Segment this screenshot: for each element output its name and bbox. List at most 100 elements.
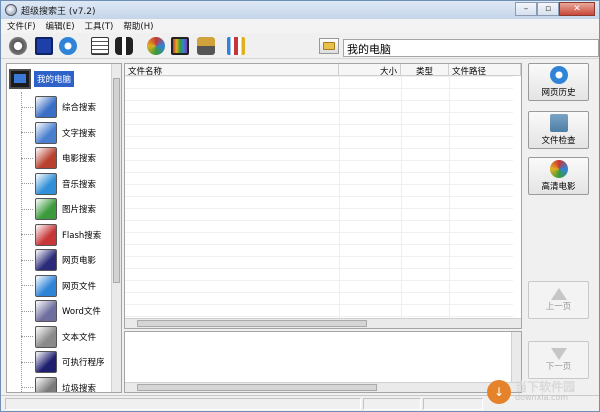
col-filename[interactable]: 文件名称 xyxy=(125,64,339,77)
maximize-button[interactable]: ▫ xyxy=(537,2,559,16)
scanner-button[interactable] xyxy=(195,35,217,57)
exe-console-icon xyxy=(35,351,57,373)
status-pane-main xyxy=(5,398,361,410)
web-history-button[interactable]: 网页历史 xyxy=(528,63,589,101)
menu-bar: 文件(F) 编辑(E) 工具(T) 帮助(H) xyxy=(1,19,599,33)
tree-item[interactable]: 图片搜索 xyxy=(21,196,96,222)
film-reel-icon xyxy=(147,37,165,55)
ie-button[interactable] xyxy=(57,35,79,57)
menu-help[interactable]: 帮助(H) xyxy=(123,20,153,32)
folder-check-icon xyxy=(549,114,568,132)
arrow-up-icon xyxy=(550,288,567,300)
app-window: 超级搜索王 (v7.2) – ▫ ✕ 文件(F) 编辑(E) 工具(T) 帮助(… xyxy=(0,0,600,412)
tree-item[interactable]: 文本文件 xyxy=(21,324,96,350)
scanner-icon xyxy=(197,37,215,55)
tools-button[interactable] xyxy=(225,35,247,57)
preview-hscroll-thumb[interactable] xyxy=(137,384,377,391)
col-type[interactable]: 类型 xyxy=(401,64,449,77)
tree-item[interactable]: 音乐搜索 xyxy=(21,171,96,197)
save-button[interactable] xyxy=(33,35,55,57)
hd-movie-label: 高清电影 xyxy=(541,182,576,192)
tree-item-label: 音乐搜索 xyxy=(62,179,97,190)
watermark: ↓ 当下软件园 downxia.com xyxy=(487,375,599,409)
menu-tools[interactable]: 工具(T) xyxy=(85,20,114,32)
trash-icon xyxy=(35,376,57,392)
music-icon xyxy=(35,172,57,195)
text-file-icon xyxy=(35,325,57,348)
title-bar[interactable]: 超级搜索王 (v7.2) – ▫ ✕ xyxy=(1,1,599,19)
ie-history-icon xyxy=(549,66,568,84)
tree-item[interactable]: 网页电影 xyxy=(21,247,96,273)
next-page-label: 下一页 xyxy=(545,362,572,372)
ie-page-icon xyxy=(35,274,57,297)
status-pane-2 xyxy=(363,398,421,410)
tree-item[interactable]: 文字搜索 xyxy=(21,120,96,146)
ie-browser-icon xyxy=(59,37,77,55)
tree-item[interactable]: 综合搜索 xyxy=(21,94,96,120)
word-doc-icon xyxy=(35,300,57,322)
status-pane-3 xyxy=(423,398,483,410)
tree-scrollbar[interactable] xyxy=(111,64,121,392)
file-check-label: 文件检查 xyxy=(541,136,576,146)
tree-item[interactable]: Word文件 xyxy=(21,298,101,324)
prev-page-button[interactable]: 上一页 xyxy=(528,281,589,319)
browse-folder-button[interactable] xyxy=(319,38,339,54)
list-view-icon xyxy=(91,37,109,55)
tools-icon xyxy=(227,37,245,55)
tree-item-label: 综合搜索 xyxy=(62,103,97,113)
monitor-button[interactable] xyxy=(169,35,191,57)
file-list-rows xyxy=(125,76,513,318)
download-logo-icon: ↓ xyxy=(487,380,511,404)
hd-film-icon xyxy=(549,160,568,178)
film-reel-icon xyxy=(35,147,57,169)
tree-root-my-computer[interactable]: 我的电脑 xyxy=(9,66,75,92)
file-list[interactable]: 文件名称 大小 类型 文件路径 xyxy=(124,63,522,329)
file-list-header: 文件名称 大小 类型 文件路径 xyxy=(125,64,521,77)
tree-item-label: 图片搜索 xyxy=(62,205,97,215)
close-button[interactable]: ✕ xyxy=(559,2,595,16)
menu-file[interactable]: 文件(F) xyxy=(7,20,36,32)
tree-root-label: 我的电脑 xyxy=(34,71,75,87)
file-check-button[interactable]: 文件检查 xyxy=(528,111,589,149)
minimize-button[interactable]: – xyxy=(515,2,537,16)
tree-item-label: 网页电影 xyxy=(62,256,97,266)
folder-icon xyxy=(323,42,335,50)
hd-movie-button[interactable]: 高清电影 xyxy=(528,157,589,195)
tree-item-label: 文本文件 xyxy=(62,332,97,343)
col-size[interactable]: 大小 xyxy=(339,64,401,77)
search-button[interactable] xyxy=(113,35,135,57)
support-button[interactable] xyxy=(7,35,29,57)
web-history-label: 网页历史 xyxy=(541,88,576,98)
watermark-sub-text: downxia.com xyxy=(515,393,569,403)
tree-item-label: 网页文件 xyxy=(62,281,97,292)
file-list-hscroll-thumb[interactable] xyxy=(137,320,367,327)
arrow-down-icon xyxy=(550,348,567,360)
tree-item-label: 文字搜索 xyxy=(62,128,97,139)
tree-item[interactable]: 网页文件 xyxy=(21,273,96,299)
col-path[interactable]: 文件路径 xyxy=(449,64,521,77)
file-list-hscrollbar[interactable] xyxy=(125,318,521,328)
preview-pane[interactable] xyxy=(124,331,522,393)
flash-icon xyxy=(35,223,57,246)
tree-item[interactable]: 可执行程序 xyxy=(21,349,105,375)
movie-button[interactable] xyxy=(145,35,167,57)
window-title: 超级搜索王 (v7.2) xyxy=(21,7,96,17)
next-page-button[interactable]: 下一页 xyxy=(528,341,589,379)
tree-item[interactable]: 垃圾搜索 xyxy=(21,375,96,392)
support-icon xyxy=(9,37,27,55)
picture-icon xyxy=(35,198,57,220)
menu-edit[interactable]: 编辑(E) xyxy=(46,20,75,32)
tree-scroll-thumb[interactable] xyxy=(113,78,120,283)
tree-item-label: Word文件 xyxy=(62,307,101,317)
save-icon xyxy=(35,37,53,55)
tree-item-label: 可执行程序 xyxy=(62,358,105,368)
search-category-tree: 我的电脑 综合搜索文字搜索电影搜索音乐搜索图片搜索 Flash搜索网页电影网页文件… xyxy=(6,63,122,393)
monitor-color-icon xyxy=(171,37,189,55)
computer-icon xyxy=(9,69,31,89)
list-view-button[interactable] xyxy=(89,35,111,57)
tree-item[interactable]: Flash搜索 xyxy=(21,222,101,248)
preview-hscrollbar[interactable] xyxy=(125,382,521,392)
tree-item[interactable]: 电影搜索 xyxy=(21,145,96,171)
binoculars-icon xyxy=(115,37,133,55)
path-input[interactable]: 我的电脑 xyxy=(343,39,599,57)
